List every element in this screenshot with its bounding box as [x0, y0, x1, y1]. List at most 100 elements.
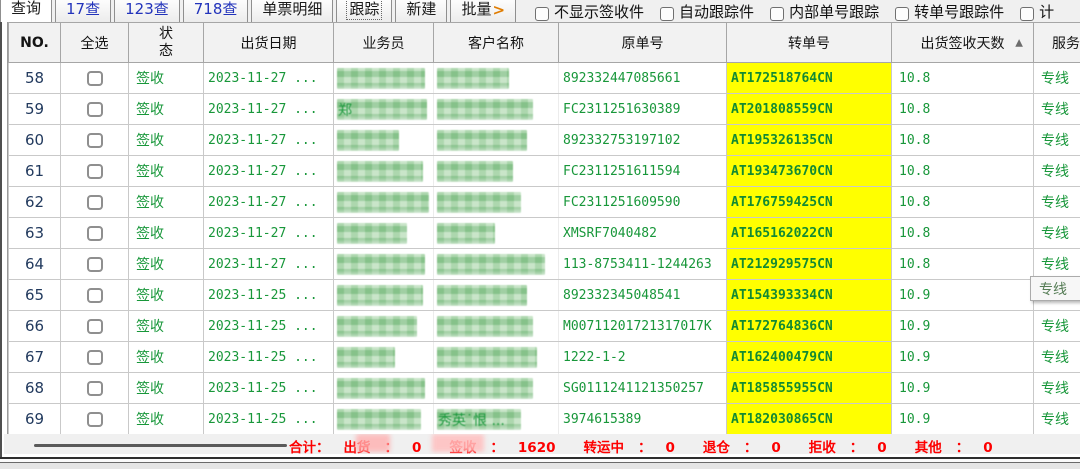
sign-days-cell: 10.9: [892, 373, 1034, 404]
row-number-cell: 68: [9, 373, 61, 404]
tab-1[interactable]: 17查: [55, 0, 111, 22]
table-row: 67签收2023-11-25 ...1222-1-2AT162400479CN1…: [9, 342, 1080, 373]
row-checkbox[interactable]: [87, 102, 103, 117]
tab-3[interactable]: 718查: [183, 0, 249, 22]
horizontal-scrollbar-thumb[interactable]: [34, 444, 287, 447]
row-number-cell: 69: [9, 404, 61, 435]
redacted-salesperson: [337, 254, 425, 275]
tab-label: 跟踪: [347, 0, 381, 19]
column-header-4[interactable]: 业务员: [334, 23, 434, 63]
column-header-7[interactable]: 转单号: [727, 23, 892, 63]
customer-fragment: 秀英˙恨 ...: [438, 410, 505, 430]
filter-option-2[interactable]: 内部单号跟踪: [770, 1, 879, 22]
tab-2[interactable]: 123查: [114, 0, 180, 22]
status-cell: 签收: [129, 218, 204, 249]
filter-option-1[interactable]: 自动跟踪件: [660, 1, 754, 22]
sign-days-cell: 10.9: [892, 342, 1034, 373]
redacted-salesperson: [337, 161, 423, 182]
original-number-cell: 3974615389: [559, 404, 727, 435]
row-checkbox[interactable]: [87, 319, 103, 334]
ship-date-cell: 2023-11-27 ...: [204, 249, 334, 280]
transfer-number-cell: AT172764836CN: [727, 311, 892, 342]
row-checkbox[interactable]: [87, 257, 103, 272]
row-number-cell: 61: [9, 156, 61, 187]
original-number-cell: XMSRF7040482: [559, 218, 727, 249]
column-header-1[interactable]: 全选: [61, 23, 129, 63]
redacted-customer: [437, 378, 533, 399]
redacted-salesperson: [337, 378, 425, 399]
status-bar: 合计：出货：0签收：1620转运中：0退仓：0拒收：0其他：0: [4, 434, 1080, 454]
redacted-salesperson: [337, 68, 425, 89]
row-checkbox[interactable]: [87, 164, 103, 179]
tab-5[interactable]: 跟踪: [336, 0, 392, 22]
column-header-6[interactable]: 原单号: [559, 23, 727, 63]
column-header-label: 状态: [158, 26, 174, 60]
summary-label: 退仓: [703, 440, 730, 454]
row-checkbox[interactable]: [87, 412, 103, 427]
column-header-3[interactable]: 出货日期: [204, 23, 334, 63]
summary-value: 1620: [518, 440, 556, 454]
status-cell: 签收: [129, 156, 204, 187]
filter-label: 不显示签收件: [554, 1, 644, 22]
ship-date-cell: 2023-11-25 ...: [204, 404, 334, 435]
row-select-cell: [61, 404, 129, 435]
column-header-label: 全选: [81, 36, 109, 52]
row-checkbox[interactable]: [87, 133, 103, 148]
summary-value: 0: [771, 440, 780, 454]
service-cell: 专线: [1034, 404, 1080, 435]
salesperson-cell: [334, 218, 434, 249]
service-tooltip: 专线: [1030, 276, 1080, 301]
row-checkbox[interactable]: [87, 288, 103, 303]
row-checkbox[interactable]: [87, 381, 103, 396]
salesperson-cell: [334, 156, 434, 187]
column-header-8[interactable]: 出货签收天数▲: [892, 23, 1034, 63]
redacted-customer: [437, 130, 527, 151]
row-checkbox[interactable]: [87, 350, 103, 365]
checkbox-icon[interactable]: [1020, 7, 1034, 21]
checkbox-icon[interactable]: [660, 7, 674, 21]
row-select-cell: [61, 63, 129, 94]
tab-label: 新建: [406, 0, 436, 19]
column-header-label: 业务员: [363, 36, 405, 52]
row-number-cell: 59: [9, 94, 61, 125]
row-checkbox[interactable]: [87, 226, 103, 241]
redacted-salesperson: [337, 130, 399, 151]
table-scroll-area[interactable]: NO.全选状态出货日期业务员客户名称原单号转单号出货签收天数▲服务 58签收20…: [7, 22, 1080, 434]
row-number-cell: 66: [9, 311, 61, 342]
checkbox-icon[interactable]: [895, 7, 909, 21]
filter-option-4[interactable]: 计: [1020, 1, 1054, 22]
original-number-cell: 892332753197102: [559, 125, 727, 156]
column-header-0[interactable]: NO.: [9, 23, 61, 63]
sort-ascending-icon[interactable]: ▲: [1015, 37, 1023, 48]
tab-4[interactable]: 单票明细: [251, 0, 333, 22]
tab-7[interactable]: 批量>: [450, 0, 516, 22]
column-header-2[interactable]: 状态: [129, 23, 204, 63]
filter-option-3[interactable]: 转单号跟踪件: [895, 1, 1004, 22]
original-number-cell: 113-8753411-1244263: [559, 249, 727, 280]
customer-cell: 秀英˙恨 ...: [434, 404, 559, 435]
redacted-customer: [437, 254, 545, 275]
redacted-customer: [437, 347, 537, 368]
service-cell: 专线: [1034, 63, 1080, 94]
column-header-5[interactable]: 客户名称: [434, 23, 559, 63]
tab-6[interactable]: 新建: [395, 0, 447, 22]
redacted-salesperson: [337, 192, 429, 213]
checkbox-icon[interactable]: [770, 7, 784, 21]
filter-option-0[interactable]: 不显示签收件: [535, 1, 644, 22]
tab-0[interactable]: 查询: [0, 0, 52, 22]
column-header-9[interactable]: 服务: [1034, 23, 1080, 63]
ship-date-cell: 2023-11-27 ...: [204, 63, 334, 94]
customer-cell: [434, 187, 559, 218]
row-checkbox[interactable]: [87, 195, 103, 210]
row-number-cell: 65: [9, 280, 61, 311]
salesperson-cell: [334, 311, 434, 342]
shipment-table: NO.全选状态出货日期业务员客户名称原单号转单号出货签收天数▲服务 58签收20…: [8, 22, 1080, 434]
salesperson-cell: [334, 280, 434, 311]
redacted-customer: 秀英˙恨 ...: [437, 409, 521, 430]
row-select-cell: [61, 94, 129, 125]
row-checkbox[interactable]: [87, 71, 103, 86]
checkbox-icon[interactable]: [535, 7, 549, 21]
status-cell: 签收: [129, 249, 204, 280]
service-cell: 专线: [1034, 342, 1080, 373]
customer-cell: [434, 249, 559, 280]
